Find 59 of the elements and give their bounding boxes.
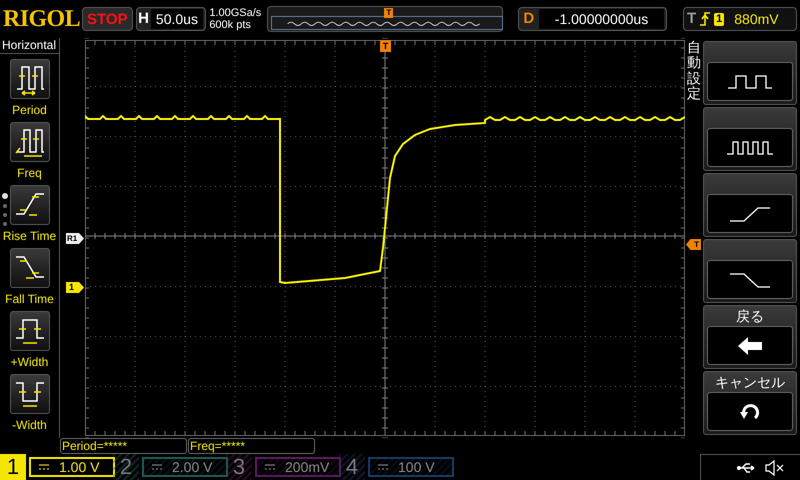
dc-coupling-icon (265, 463, 275, 471)
channel-number: 3 (226, 454, 252, 480)
brand-logo: RIGOL (3, 7, 79, 31)
trigger-position-marker: T (380, 40, 391, 52)
source-badge: 1 (714, 12, 724, 26)
channel-tab[interactable]: 1 1.00 V (0, 454, 115, 480)
measurement-readout: Freq=***** (188, 438, 315, 454)
measure-button[interactable] (10, 59, 50, 99)
measure-button[interactable] (10, 248, 50, 288)
measure-button[interactable] (10, 185, 50, 225)
measurement-readout: Period=***** (60, 438, 187, 454)
button-label: +Width (10, 354, 48, 371)
menu-title: Horizontal (0, 38, 59, 54)
softkey-button[interactable]: 戻る (703, 305, 797, 369)
rising-edge-icon (700, 12, 710, 26)
button-label: Rise Time (2, 228, 56, 245)
channel-number: 4 (339, 454, 365, 480)
channel-number: 2 (113, 454, 139, 480)
memory-depth: 600k pts (209, 19, 252, 31)
autoset-title: 自動設定 (687, 40, 701, 102)
measure-button[interactable] (10, 311, 50, 351)
delay-panel[interactable]: D -1.00000000us (518, 7, 668, 31)
trigger-position-marker: T (384, 8, 394, 18)
trigger-level-marker: T (686, 239, 701, 250)
channel-tab[interactable]: 3 200mV (226, 454, 341, 480)
usb-icon (737, 462, 757, 474)
dc-coupling-icon (152, 463, 162, 471)
channel-tab[interactable]: 4 100 V (339, 454, 454, 480)
dc-coupling-icon (378, 463, 388, 471)
channel-scale-box[interactable]: 1.00 V (29, 457, 115, 477)
panel-label: H (137, 8, 150, 29)
run-stop-button[interactable]: STOP (82, 7, 133, 31)
trigger-panel[interactable]: T 1 880mV (682, 7, 797, 31)
softkey-button[interactable]: キャンセル (703, 371, 797, 435)
muted-speaker-icon (765, 460, 785, 476)
back-arrow-icon (737, 336, 763, 356)
delay-value: -1.00000000us (538, 9, 664, 29)
channel-marker: 1 (66, 282, 84, 293)
button-label: Period (12, 102, 47, 119)
measure-button[interactable] (10, 374, 50, 414)
button-label: Fall Time (5, 291, 54, 308)
timebase-value: 50.0us (150, 9, 204, 29)
undo-icon (739, 402, 761, 422)
trigger-threshold: 880mV (734, 10, 779, 28)
channel-tab[interactable]: 2 2.00 V (113, 454, 228, 480)
channel-scale-box[interactable]: 2.00 V (142, 457, 228, 477)
reference-marker: R1 (66, 233, 84, 244)
sample-rate: 1.00GSa/s (209, 7, 262, 19)
button-label: -Width (12, 417, 47, 434)
dc-coupling-icon (39, 463, 49, 471)
panel-label: D (522, 8, 536, 29)
channel-number: 1 (0, 454, 26, 480)
softkey-button[interactable] (703, 107, 797, 171)
channel-scale-box[interactable]: 100 V (368, 457, 454, 477)
timebase-panel[interactable]: H 50.0us (136, 7, 206, 31)
button-label: Freq (17, 165, 42, 182)
panel-label: T (686, 8, 696, 29)
channel-scale-box[interactable]: 200mV (255, 457, 341, 477)
measure-button[interactable] (10, 122, 50, 162)
